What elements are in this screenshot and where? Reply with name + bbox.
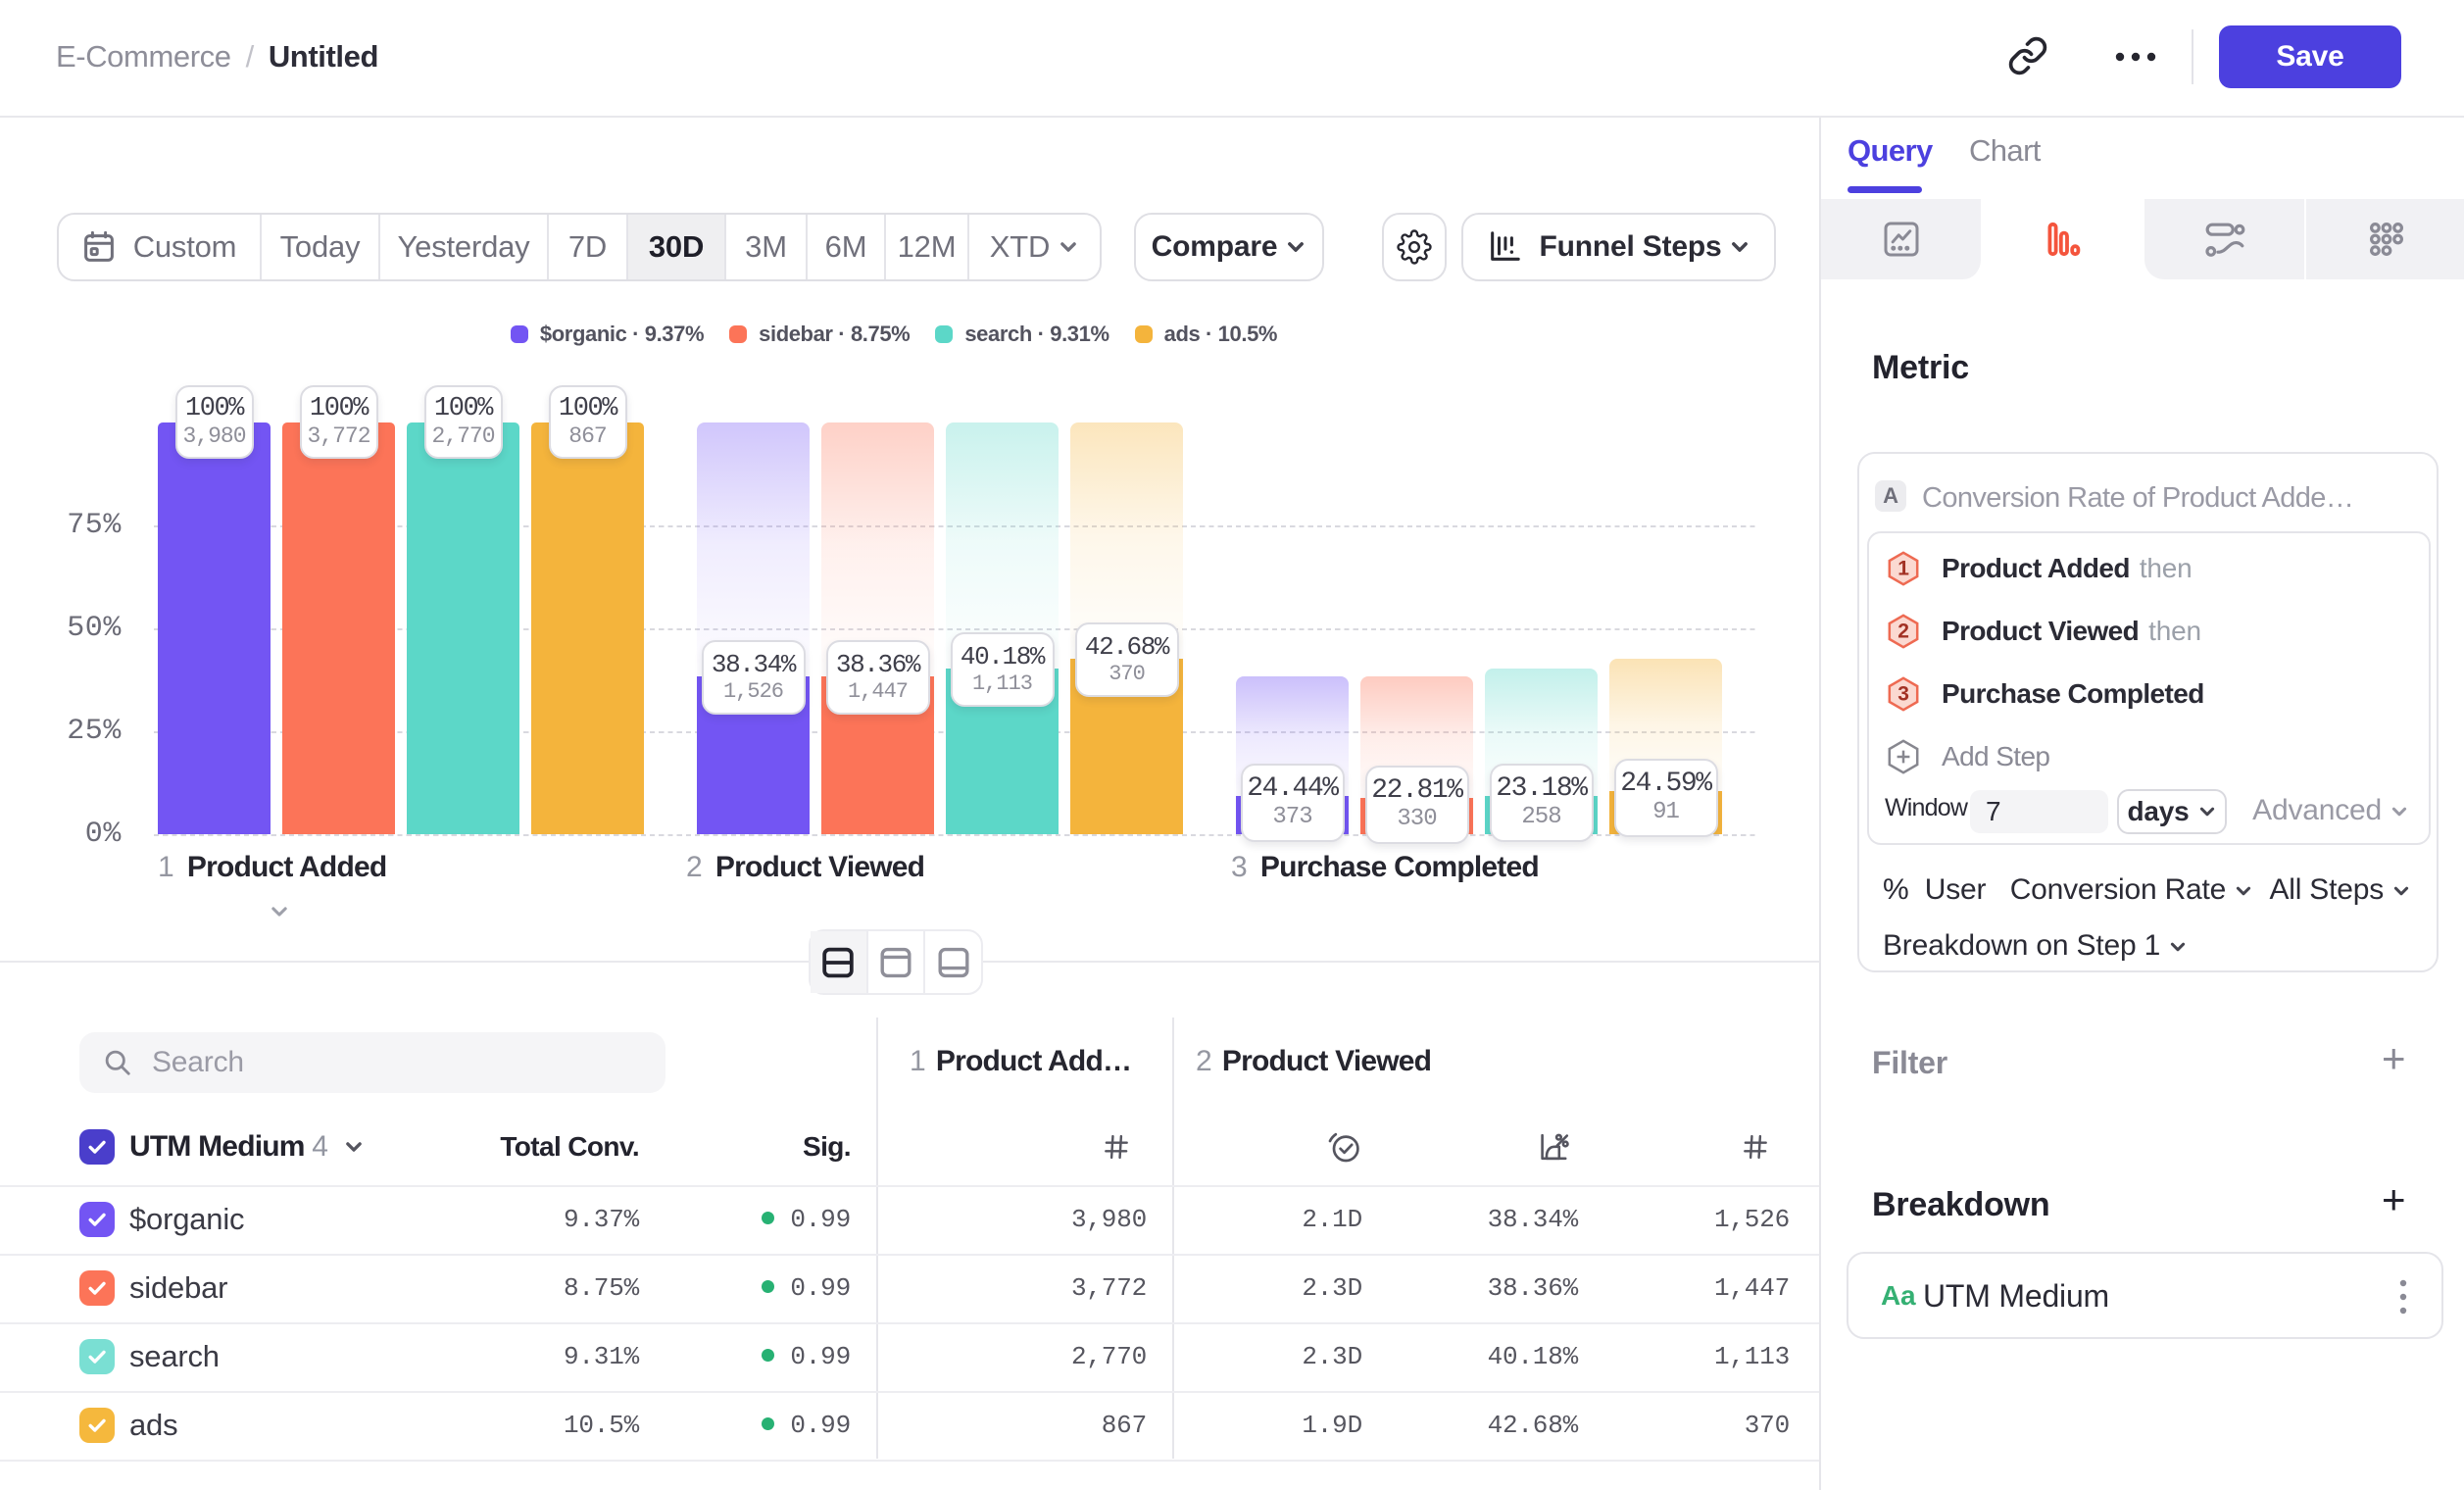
svg-text:2: 2 bbox=[1897, 621, 1908, 643]
svg-text:1: 1 bbox=[1897, 558, 1909, 580]
svg-text:3: 3 bbox=[1897, 683, 1908, 706]
